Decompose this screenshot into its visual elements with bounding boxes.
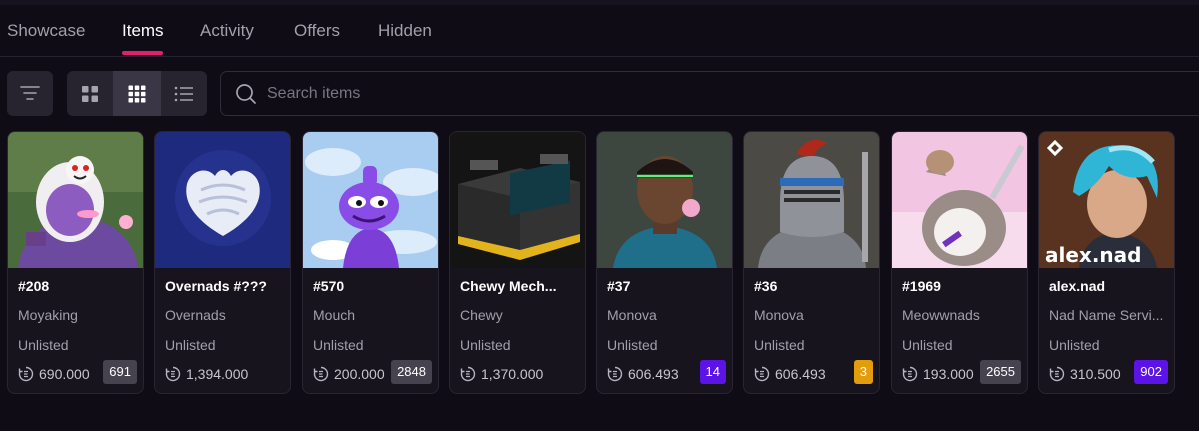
rank-badge: 2848 xyxy=(391,360,432,384)
item-card[interactable]: Overnads #??? Overnads Unlisted 1,394.00… xyxy=(154,131,291,394)
filter-lines-icon xyxy=(20,86,40,100)
price: 1,394.000 xyxy=(165,366,248,382)
tab-items[interactable]: Items xyxy=(122,21,164,41)
item-name: #36 xyxy=(754,278,778,294)
collection-name: Overnads xyxy=(165,307,226,323)
collection-name: Monova xyxy=(607,307,657,323)
currency-icon xyxy=(313,366,329,382)
price: 310.500 xyxy=(1049,366,1121,382)
item-name: Overnads #??? xyxy=(165,278,267,294)
currency-icon xyxy=(607,366,623,382)
tab-hidden[interactable]: Hidden xyxy=(378,21,432,41)
view-grid-large-button[interactable] xyxy=(67,71,113,116)
item-card[interactable]: 14 #37 Monova Unlisted 606.493 xyxy=(596,131,733,394)
price-value: 606.493 xyxy=(628,366,679,382)
item-image-chewy-mech-box xyxy=(450,132,585,268)
item-image-alex-nad: alex.nad xyxy=(1039,132,1174,268)
collection-name: Mouch xyxy=(313,307,356,323)
search-box xyxy=(220,71,1199,116)
search-input[interactable] xyxy=(267,72,967,115)
price-value: 1,394.000 xyxy=(186,366,249,382)
collection-name: Monova xyxy=(754,307,804,323)
currency-icon xyxy=(902,366,918,382)
grid-large-icon xyxy=(82,85,98,102)
item-image-moyaking xyxy=(8,132,143,268)
rank-badge: 691 xyxy=(103,360,137,384)
price: 606.493 xyxy=(607,366,679,382)
collection-name: Moyaking xyxy=(18,307,78,323)
active-tab-indicator xyxy=(122,51,163,55)
item-card[interactable]: alex.nad 902 alex.nad Nad Name Servi... … xyxy=(1038,131,1175,394)
price-value: 1,370.000 xyxy=(481,366,544,382)
item-name: alex.nad xyxy=(1049,278,1106,294)
currency-icon xyxy=(754,366,770,382)
listing-status: Unlisted xyxy=(902,337,953,353)
currency-icon xyxy=(460,366,476,382)
grid-small-icon xyxy=(128,85,146,102)
currency-icon xyxy=(165,366,181,382)
listing-status: Unlisted xyxy=(165,337,216,353)
price: 1,370.000 xyxy=(460,366,543,382)
rank-badge: 902 xyxy=(1134,360,1168,384)
rank-badge: 2655 xyxy=(980,360,1021,384)
item-card[interactable]: 3 #36 Monova Unlisted 606.493 xyxy=(743,131,880,394)
price: 606.493 xyxy=(754,366,826,382)
price-value: 606.493 xyxy=(775,366,826,382)
price-value: 690.000 xyxy=(39,366,90,382)
item-card[interactable]: 2848 #570 Mouch Unlisted 200.000 xyxy=(302,131,439,394)
item-name: #208 xyxy=(18,278,50,294)
image-caption: alex.nad xyxy=(1045,243,1141,267)
price: 690.000 xyxy=(18,366,90,382)
view-grid-small-button[interactable] xyxy=(113,71,161,116)
listing-status: Unlisted xyxy=(18,337,69,353)
item-image-mouch xyxy=(303,132,438,268)
listing-status: Unlisted xyxy=(1049,337,1100,353)
item-image-monova-37 xyxy=(597,132,732,268)
currency-icon xyxy=(18,366,34,382)
price-value: 310.500 xyxy=(1070,366,1121,382)
item-name: #1969 xyxy=(902,278,941,294)
collection-name: Nad Name Servi... xyxy=(1049,307,1164,323)
currency-icon xyxy=(1049,366,1065,382)
rank-badge: 3 xyxy=(853,360,873,384)
collection-name: Meowwnads xyxy=(902,307,980,323)
item-image-overnads xyxy=(155,132,290,268)
price-value: 193.000 xyxy=(923,366,974,382)
tab-activity[interactable]: Activity xyxy=(200,21,254,41)
price: 200.000 xyxy=(313,366,385,382)
item-name: #570 xyxy=(313,278,345,294)
view-mode-group xyxy=(67,71,207,116)
price-value: 200.000 xyxy=(334,366,385,382)
tab-bar: Showcase Items Activity Offers Hidden xyxy=(0,5,1199,57)
listing-status: Unlisted xyxy=(313,337,364,353)
tab-showcase[interactable]: Showcase xyxy=(7,21,85,41)
filter-button[interactable] xyxy=(7,71,53,116)
search-icon xyxy=(236,84,256,104)
listing-status: Unlisted xyxy=(607,337,658,353)
item-card[interactable]: Chewy Mech... Chewy Unlisted 1,370.000 xyxy=(449,131,586,394)
collection-name: Chewy xyxy=(460,307,503,323)
view-list-button[interactable] xyxy=(161,71,207,116)
list-icon xyxy=(174,86,193,101)
price: 193.000 xyxy=(902,366,974,382)
listing-status: Unlisted xyxy=(460,337,511,353)
item-name: #37 xyxy=(607,278,631,294)
item-card[interactable]: 2655 #1969 Meowwnads Unlisted 193.000 xyxy=(891,131,1028,394)
item-image-monova-36 xyxy=(744,132,879,268)
rank-badge: 14 xyxy=(699,360,726,384)
item-image-meowwnads xyxy=(892,132,1027,268)
item-name: Chewy Mech... xyxy=(460,278,557,294)
tab-offers[interactable]: Offers xyxy=(294,21,340,41)
item-card[interactable]: 691 #208 Moyaking Unlisted 690.000 xyxy=(7,131,144,394)
listing-status: Unlisted xyxy=(754,337,805,353)
